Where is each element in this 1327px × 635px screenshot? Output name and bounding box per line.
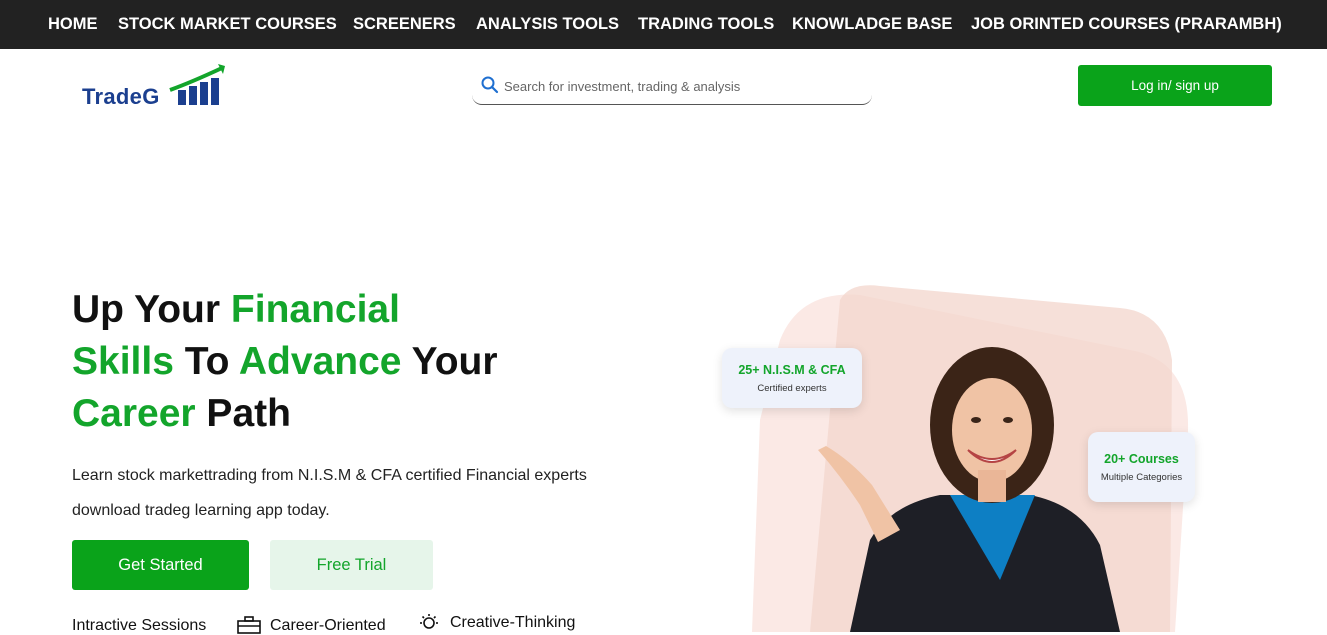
get-started-button[interactable]: Get Started — [72, 540, 249, 590]
top-navigation: HOME STOCK MARKET COURSES SCREENERS ANAL… — [0, 0, 1327, 49]
badge-title: 20+ Courses — [1104, 452, 1179, 466]
free-trial-button[interactable]: Free Trial — [270, 540, 433, 590]
headline-text: To — [173, 340, 239, 383]
headline-text: Up Your — [72, 288, 231, 331]
badge-courses: 20+ Courses Multiple Categories — [1088, 432, 1195, 502]
nav-home[interactable]: HOME — [48, 0, 98, 49]
lightbulb-icon — [420, 614, 438, 629]
feature-creative-thinking: Creative-Thinking — [450, 614, 576, 631]
hero-description-line: download tradeg learning app today. — [72, 502, 330, 519]
hero-description: Learn stock markettrading from N.I.S.M &… — [72, 458, 587, 528]
headline-highlight: Skills — [72, 340, 174, 383]
headline-highlight: Financial — [230, 288, 400, 331]
headline-text: Your — [401, 340, 498, 383]
hero-description-line: Learn stock markettrading from N.I.S.M &… — [72, 467, 587, 484]
login-signup-button[interactable]: Log in/ sign up — [1078, 65, 1272, 106]
search-bar — [472, 66, 872, 105]
nav-stock-market-courses[interactable]: STOCK MARKET COURSES — [118, 0, 337, 49]
nav-job-oriented-courses[interactable]: JOB ORINTED COURSES (PRARAMBH) — [971, 0, 1282, 49]
briefcase-icon — [237, 616, 261, 634]
hero-headline: Up Your Financial Skills To Advance Your… — [72, 284, 498, 440]
badge-title: 25+ N.I.S.M & CFA — [738, 363, 846, 377]
nav-knowledge-base[interactable]: KNOWLADGE BASE — [792, 0, 952, 49]
hero-illustration: 25+ N.I.S.M & CFA Certified experts 20+ … — [700, 280, 1240, 632]
nav-screeners[interactable]: SCREENERS — [353, 0, 456, 49]
search-icon[interactable] — [481, 76, 499, 94]
nav-analysis-tools[interactable]: ANALYSIS TOOLS — [476, 0, 619, 49]
headline-highlight: Advance — [238, 340, 402, 383]
badge-certified-experts: 25+ N.I.S.M & CFA Certified experts — [722, 348, 862, 408]
headline-highlight: Career — [72, 392, 196, 435]
headline-text: Path — [195, 392, 291, 435]
feature-interactive-sessions: Intractive Sessions — [72, 617, 207, 634]
feature-career-oriented: Career-Oriented — [270, 617, 386, 634]
logo-chart-icon — [169, 64, 225, 105]
tradeg-logo[interactable]: TradeG — [82, 64, 232, 110]
badge-subtitle: Certified experts — [757, 383, 827, 394]
search-input[interactable] — [502, 74, 866, 98]
nav-trading-tools[interactable]: TRADING TOOLS — [638, 0, 774, 49]
badge-subtitle: Multiple Categories — [1100, 472, 1183, 483]
